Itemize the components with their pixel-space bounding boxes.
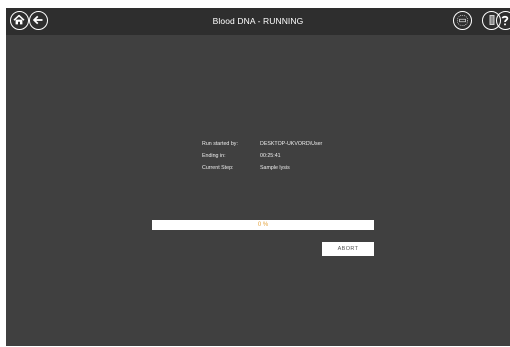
run-started-by-row: Run started by: DESKTOP-UKVORD\User: [202, 138, 322, 150]
current-step-value: Sample lysis: [260, 165, 290, 171]
run-progress-text: 0 %: [257, 222, 269, 228]
title-bar: Blood DNA - RUNNING: [6, 8, 510, 35]
page-title: Blood DNA - RUNNING: [212, 16, 304, 26]
run-started-by-label: Run started by:: [202, 141, 238, 147]
instrument-status-icon[interactable]: [453, 11, 472, 30]
run-started-by-value: DESKTOP-UKVORD\User: [260, 141, 323, 147]
run-info-panel: Run started by: DESKTOP-UKVORD\User Endin…: [202, 138, 322, 174]
help-icon[interactable]: [496, 11, 510, 30]
run-screen: Blood DNA - RUNNING Run started by: DESKT…: [6, 8, 510, 346]
ending-in-row: Ending in: 00:25:41: [202, 150, 322, 162]
ending-in-label: Ending in:: [202, 153, 226, 159]
current-step-label: Current Step:: [202, 165, 234, 171]
abort-button[interactable]: ABORT: [322, 242, 374, 256]
ending-in-value: 00:25:41: [260, 153, 281, 159]
current-step-row: Current Step: Sample lysis: [202, 162, 322, 174]
run-progress-bar: 0 %: [152, 220, 374, 230]
